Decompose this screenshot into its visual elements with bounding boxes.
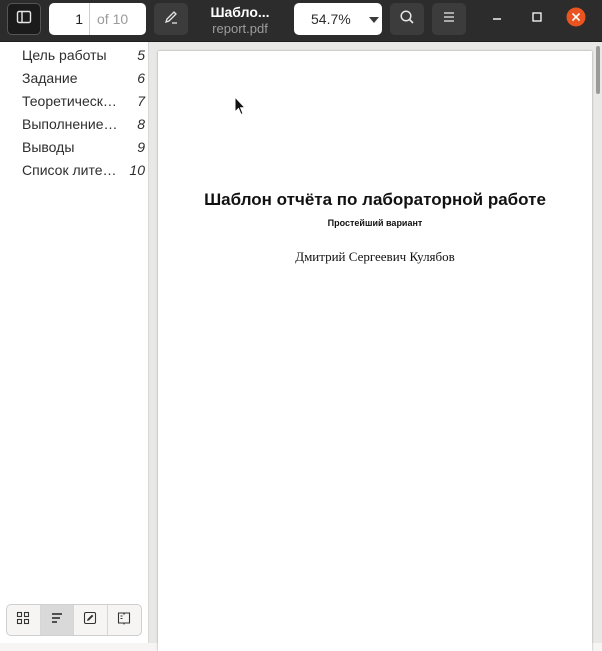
bookmarks-icon [117,611,131,630]
hamburger-icon [442,10,456,28]
outline-item-page: 8 [137,116,145,132]
document-page: Шаблон отчёта по лабораторной работе Про… [158,51,592,651]
minimize-button[interactable] [487,9,507,29]
vertical-scrollbar[interactable] [596,46,600,94]
close-button[interactable] [566,7,586,32]
outline-item-label: Задание [22,70,78,86]
outline-item[interactable]: Выполнение лабораторной работы 8 [0,113,148,136]
search-button[interactable] [390,3,424,35]
search-icon [399,9,415,30]
sidebar-toggle-button[interactable] [7,3,41,35]
document-view[interactable]: Шаблон отчёта по лабораторной работе Про… [149,42,602,651]
document-filename-label: report.pdf [212,21,268,36]
outline-item[interactable]: Теоретические сведения 7 [0,90,148,113]
sidebar: Цель работы 5 Задание 6 Теоретические св… [0,42,148,643]
maximize-button[interactable] [527,9,547,29]
outline-item-page: 6 [137,70,145,86]
outline-item-label: Список литературы [22,162,120,178]
thumbnails-grid-icon [16,611,30,630]
outline-item-label: Цель работы [22,47,107,63]
sidebar-show-icon [16,9,32,30]
document-title: Шаблон отчёта по лабораторной работе [204,190,546,209]
outline-item-page: 10 [129,162,145,178]
window-title: Шабло... report.pdf [196,3,284,37]
document-subtitle: Простейший вариант [327,218,423,228]
outline-item-page: 7 [137,93,145,109]
maximize-icon [531,10,543,28]
annotate-button[interactable] [154,3,188,35]
minimize-icon [491,10,503,28]
thumbnails-view-button[interactable] [7,605,41,635]
page-navigation: of 10 [49,3,146,35]
outline-item[interactable]: Цель работы 5 [0,44,148,67]
mouse-cursor-icon [234,95,247,121]
outline-item[interactable]: Список литературы 10 [0,159,148,182]
outline-item-page: 9 [137,139,145,155]
outline-item-label: Теоретические сведения [22,93,120,109]
pencil-icon [163,9,179,30]
outline-item[interactable]: Выводы 9 [0,136,148,159]
sidebar-view-switcher [6,604,142,636]
page-total-label: of 10 [97,11,129,27]
close-icon [566,7,586,32]
document-author: Дмитрий Сергеевич Кулябов [295,249,455,264]
caret-down-icon [368,11,380,27]
outline-item[interactable]: Задание 6 [0,67,148,90]
outline-item-label: Выводы [22,139,75,155]
annotations-view-button[interactable] [74,605,108,635]
main-menu-button[interactable] [432,3,466,35]
outline-item-page: 5 [137,47,145,63]
outline-list-icon [50,611,64,630]
page-number-input[interactable] [49,3,89,35]
bookmarks-view-button[interactable] [108,605,141,635]
document-title-label: Шабло... [210,4,270,20]
outline-item-label: Выполнение лабораторной работы [22,116,120,132]
zoom-value: 54.7% [311,11,351,27]
zoom-selector[interactable]: 54.7% [294,3,382,35]
annotations-icon [83,611,97,630]
headerbar: of 10 Шабло... report.pdf 54.7% [0,0,602,42]
outline-view-button[interactable] [40,605,74,635]
